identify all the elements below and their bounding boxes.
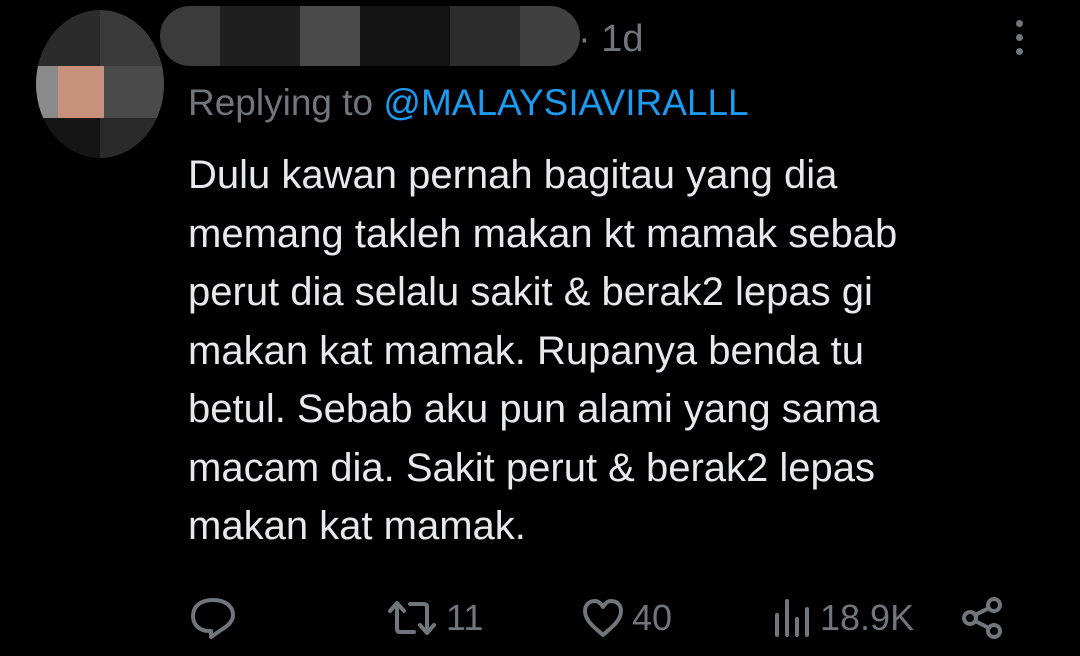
retweet-icon: [388, 601, 436, 635]
views-button[interactable]: 18.9K: [770, 588, 914, 648]
views-chart-icon: [775, 599, 809, 637]
share-button[interactable]: [958, 588, 1006, 648]
share-icon: [962, 597, 1002, 639]
name-pixel: [300, 6, 360, 66]
like-button[interactable]: 40: [580, 588, 672, 648]
more-dot: [1016, 20, 1023, 27]
more-dot: [1016, 34, 1023, 41]
tweet: · 1d Replying to @MALAYSIAVIRALLL Dulu k…: [0, 0, 1080, 656]
name-pixel: [220, 6, 300, 66]
tweet-text-line: perut dia selalu sakit & berak2 lepas gi: [188, 270, 873, 314]
name-pixel: [450, 6, 520, 66]
avatar-pixel: [36, 118, 100, 158]
replying-to: Replying to @MALAYSIAVIRALLL: [188, 78, 749, 128]
tweet-text: Dulu kawan pernah bagitau yang dia meman…: [188, 146, 1048, 556]
more-options-icon[interactable]: [1000, 16, 1040, 60]
avatar-pixel: [100, 118, 164, 158]
tweet-text-line: macam dia. Sakit perut & berak2 lepas: [188, 445, 876, 490]
avatar-pixel: [100, 10, 164, 66]
replying-to-label: Replying to: [188, 82, 384, 123]
tweet-text-line: betul. Sebab aku pun alami yang sama: [188, 387, 880, 431]
reply-bubble-icon: [191, 598, 235, 639]
like-count: 40: [632, 597, 673, 638]
name-pixel: [160, 6, 220, 66]
tweet-text-line: makan kat mamak.: [188, 504, 526, 548]
more-dot: [1016, 48, 1023, 55]
action-bar: 11 40 18.9K: [0, 588, 1080, 648]
name-pixel: [520, 6, 580, 66]
name-pixel: [360, 6, 450, 66]
reply-button[interactable]: [188, 588, 238, 648]
avatar-pixel: [104, 66, 164, 118]
retweet-count: 11: [446, 597, 484, 638]
heart-icon: [583, 599, 623, 637]
reply-handle-link[interactable]: @MALAYSIAVIRALLL: [383, 82, 748, 123]
tweet-text-line: memang takleh makan kt mamak sebab: [188, 211, 898, 256]
timestamp[interactable]: · 1d: [578, 14, 643, 64]
avatar[interactable]: [36, 10, 164, 158]
avatar-pixel: [36, 66, 58, 118]
views-count: 18.9K: [820, 597, 915, 638]
author-name-redacted[interactable]: [160, 6, 580, 66]
retweet-button[interactable]: 11: [384, 588, 483, 648]
avatar-pixel: [58, 66, 104, 118]
tweet-text-line: Dulu kawan pernah bagitau yang dia: [188, 153, 838, 197]
tweet-text-line: makan kat mamak. Rupanya benda tu: [188, 328, 864, 373]
avatar-pixel: [36, 10, 100, 66]
